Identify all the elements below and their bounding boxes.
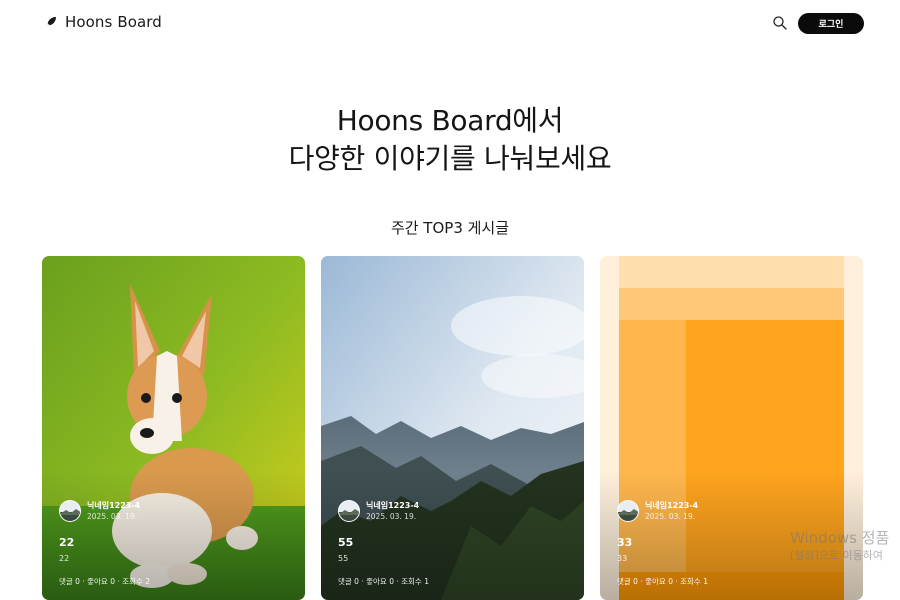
post-author: 닉네임1223-4 2025. 03. 19. [617,500,698,522]
top-header: Hoons Board 로그인 [0,0,900,46]
search-icon [773,16,787,30]
author-meta: 닉네임1223-4 2025. 03. 19. [645,500,698,522]
post-title: 22 [59,536,75,549]
post-card[interactable]: 닉네임1223-4 2025. 03. 19. 55 55 댓글 0 · 좋아요… [321,256,584,600]
post-author: 닉네임1223-4 2025. 03. 19. [59,500,140,522]
logo-text: Hoons Board [65,13,162,31]
page: Hoons Board 로그인 Hoons Board에서 다양한 이야기를 나… [0,0,900,600]
author-meta: 닉네임1223-4 2025. 03. 19. [87,500,140,522]
hero-title-line1: Hoons Board에서 [336,104,564,137]
search-button[interactable] [772,15,788,31]
author-name: 닉네임1223-4 [87,501,141,510]
post-title: 33 [617,536,633,549]
post-card[interactable]: 닉네임1223-4 2025. 03. 19. 22 22 댓글 0 · 좋아요… [42,256,305,600]
post-excerpt: 22 [59,554,70,563]
feather-icon [43,15,57,30]
avatar [59,500,81,522]
avatar [617,500,639,522]
post-date: 2025. 03. 19. [366,512,417,521]
hero: Hoons Board에서 다양한 이야기를 나눠보세요 [0,102,900,178]
post-stats: 댓글 0 · 좋아요 0 · 조회수 2 [59,577,150,586]
post-stats: 댓글 0 · 좋아요 0 · 조회수 1 [338,577,429,586]
post-date: 2025. 03. 19. [645,512,696,521]
post-date: 2025. 03. 19. [87,512,138,521]
author-meta: 닉네임1223-4 2025. 03. 19. [366,500,419,522]
author-name: 닉네임1223-4 [645,501,699,510]
post-author: 닉네임1223-4 2025. 03. 19. [338,500,419,522]
section-title: 주간 TOP3 게시글 [390,219,510,237]
post-excerpt: 55 [338,554,349,563]
post-excerpt: 33 [617,554,628,563]
logo[interactable]: Hoons Board [43,13,162,31]
windows-activation-watermark: Windows 정품 [설정]으로 이동하여 [790,528,889,564]
post-stats: 댓글 0 · 좋아요 0 · 조회수 1 [617,577,708,586]
login-button[interactable]: 로그인 [798,13,864,34]
top-posts-list: 닉네임1223-4 2025. 03. 19. 22 22 댓글 0 · 좋아요… [42,256,864,600]
author-name: 닉네임1223-4 [366,501,420,510]
avatar [338,500,360,522]
hero-title-line2: 다양한 이야기를 나눠보세요 [288,142,612,175]
watermark-line2: [설정]으로 이동하여 [790,549,884,562]
watermark-line1: Windows 정품 [790,529,890,547]
post-title: 55 [338,536,354,549]
